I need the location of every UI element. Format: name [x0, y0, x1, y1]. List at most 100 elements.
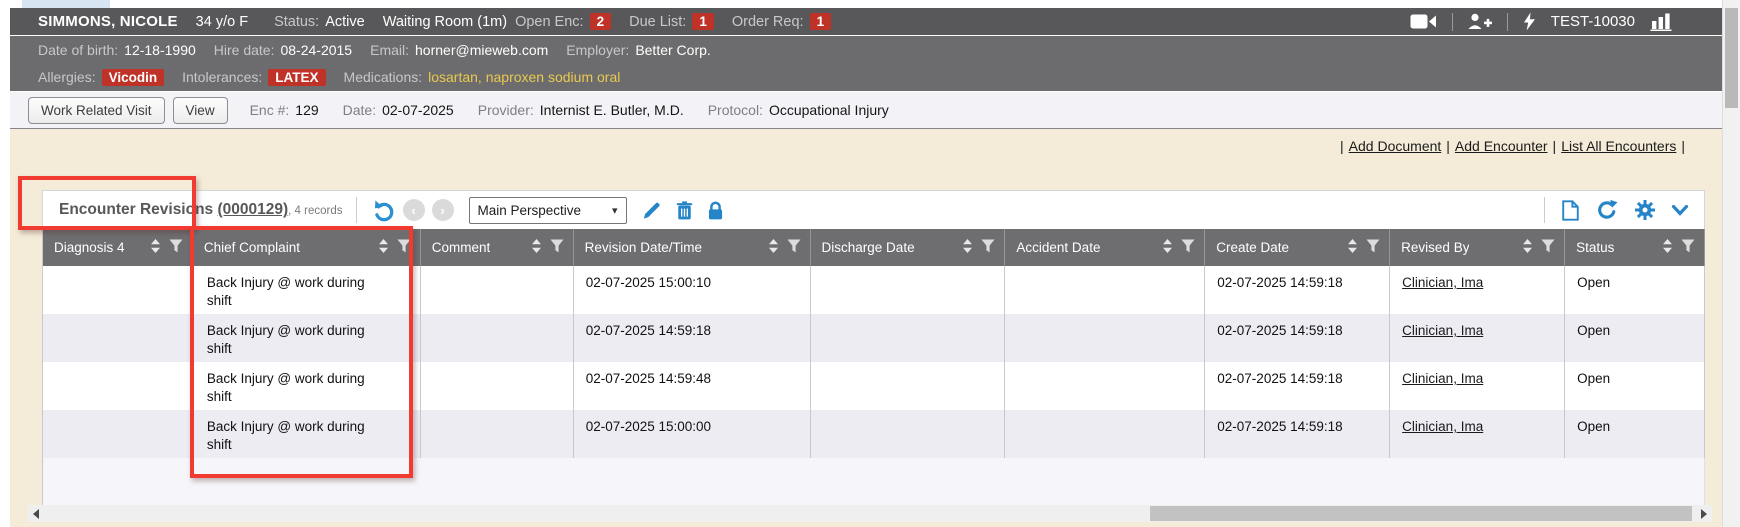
- prev-page-icon[interactable]: ‹: [403, 199, 425, 221]
- view-button[interactable]: View: [173, 97, 228, 124]
- due-list-count-badge[interactable]: 1: [692, 13, 714, 30]
- horizontal-scrollbar-thumb[interactable]: [1150, 506, 1692, 521]
- sort-icon[interactable]: [150, 238, 161, 257]
- gear-icon[interactable]: [1635, 200, 1655, 220]
- filter-funnel-icon[interactable]: [550, 239, 564, 256]
- grid-cell-diagnosis4: [43, 410, 193, 458]
- browser-tab-sliver: [22, 0, 110, 8]
- undo-icon[interactable]: [372, 199, 396, 222]
- sort-icon[interactable]: [768, 238, 779, 257]
- revised-by-link[interactable]: Clinician, Ima: [1402, 275, 1483, 290]
- toolbar-divider: [356, 197, 357, 223]
- sort-icon[interactable]: [1347, 238, 1358, 257]
- revised-by-link[interactable]: Clinician, Ima: [1402, 323, 1483, 338]
- filter-funnel-icon[interactable]: [1681, 239, 1695, 256]
- horizontal-scrollbar[interactable]: [28, 505, 1712, 522]
- column-header-revised-by[interactable]: Revised By: [1390, 229, 1565, 266]
- order-req-count-badge[interactable]: 1: [810, 13, 832, 30]
- grid-cell-discharge: [811, 362, 1006, 410]
- edit-pencil-icon[interactable]: [642, 201, 661, 220]
- vertical-scrollbar-thumb[interactable]: [1725, 8, 1738, 108]
- list-all-encounters-link[interactable]: List All Encounters: [1561, 138, 1676, 154]
- chevron-down-icon[interactable]: [1672, 205, 1688, 216]
- next-page-icon[interactable]: ›: [432, 199, 454, 221]
- bar-chart-icon[interactable]: [1650, 12, 1674, 31]
- sort-icon[interactable]: [1522, 238, 1533, 257]
- column-header-icons: [760, 238, 801, 257]
- column-header-icons: [1154, 238, 1195, 257]
- column-header-status[interactable]: Status: [1565, 229, 1705, 266]
- intolerance-badge[interactable]: LATEX: [268, 69, 325, 86]
- panel-title-text: Encounter Revisions: [59, 201, 213, 218]
- sort-icon[interactable]: [962, 238, 973, 257]
- table-row[interactable]: Back Injury @ work during shift02-07-202…: [43, 314, 1705, 362]
- provider-label: Provider:: [478, 102, 534, 118]
- column-header-accident[interactable]: Accident Date: [1005, 229, 1205, 266]
- protocol-label: Protocol:: [708, 102, 763, 118]
- trash-icon[interactable]: [676, 201, 693, 220]
- grid-cell-comment: [421, 314, 574, 362]
- sort-icon[interactable]: [378, 238, 389, 257]
- lightning-bolt-icon[interactable]: [1523, 12, 1536, 31]
- patient-banner-row-3: Allergies: Vicodin Intolerances: LATEX M…: [10, 63, 1722, 91]
- panel-encounter-number-link[interactable]: (0000129): [218, 201, 289, 218]
- refresh-icon[interactable]: [1596, 199, 1618, 221]
- scroll-left-arrow-icon[interactable]: [33, 509, 39, 519]
- link-separator: |: [1340, 138, 1344, 154]
- column-header-create[interactable]: Create Date: [1205, 229, 1390, 266]
- add-encounter-link[interactable]: Add Encounter: [1455, 138, 1548, 154]
- grid-cell-accident: [1005, 266, 1205, 314]
- add-document-link[interactable]: Add Document: [1349, 138, 1442, 154]
- scroll-right-arrow-icon[interactable]: [1701, 509, 1707, 519]
- grid-cell-chief-complaint: Back Injury @ work during shift: [193, 410, 421, 458]
- table-row[interactable]: Back Injury @ work during shift 02-07-202…: [43, 410, 1705, 458]
- work-related-visit-button[interactable]: Work Related Visit: [28, 97, 165, 124]
- table-row[interactable]: Back Injury @ work during shift02-07-202…: [43, 362, 1705, 410]
- sort-icon[interactable]: [1162, 238, 1173, 257]
- email-label: Email:: [370, 42, 409, 58]
- column-header-label: Revised By: [1401, 240, 1469, 255]
- grid-cell-revision: 02-07-2025 14:59:48: [574, 362, 811, 410]
- perspective-select[interactable]: Main Perspective ▾: [469, 197, 627, 224]
- column-header-icons: [142, 238, 183, 257]
- new-document-icon[interactable]: [1562, 200, 1579, 221]
- grid-cell-create: 02-07-2025 14:59:18: [1205, 410, 1390, 458]
- filter-funnel-icon[interactable]: [981, 239, 995, 256]
- table-row[interactable]: Back Injury @ work during shift02-07-202…: [43, 266, 1705, 314]
- sort-icon[interactable]: [531, 238, 542, 257]
- filter-funnel-icon[interactable]: [169, 239, 183, 256]
- filter-funnel-icon[interactable]: [1541, 239, 1555, 256]
- filter-funnel-icon[interactable]: [1366, 239, 1380, 256]
- vertical-scrollbar[interactable]: [1722, 0, 1740, 527]
- column-header-discharge[interactable]: Discharge Date: [811, 229, 1006, 266]
- column-header-chief-complaint[interactable]: Chief Complaint: [193, 229, 421, 266]
- column-header-diagnosis4[interactable]: Diagnosis 4: [43, 229, 193, 266]
- column-header-comment[interactable]: Comment: [421, 229, 574, 266]
- open-enc-count-badge[interactable]: 2: [590, 13, 612, 30]
- sort-icon[interactable]: [1662, 238, 1673, 257]
- enc-date-value: 02-07-2025: [382, 102, 454, 118]
- column-header-revision[interactable]: Revision Date/Time: [574, 229, 811, 266]
- grid-cell-discharge: [811, 266, 1006, 314]
- medications-label: Medications:: [344, 69, 423, 85]
- revised-by-link[interactable]: Clinician, Ima: [1402, 371, 1483, 386]
- records-count: , 4 records: [288, 205, 342, 217]
- encounter-bar: Work Related VisitView Enc #:129 Date:02…: [10, 92, 1722, 129]
- allergy-badge[interactable]: Vicodin: [102, 69, 165, 86]
- video-camera-icon[interactable]: [1410, 13, 1437, 30]
- column-header-label: Chief Complaint: [204, 240, 300, 255]
- perspective-select-value: Main Perspective: [478, 203, 582, 218]
- grid-cell-create: 02-07-2025 14:59:18: [1205, 362, 1390, 410]
- lock-icon[interactable]: [708, 201, 723, 220]
- patient-age-sex: 34 y/o F: [196, 14, 248, 30]
- person-add-icon[interactable]: [1468, 13, 1492, 30]
- toolbar-divider: [1544, 197, 1545, 223]
- patient-name: SIMMONS, NICOLE: [38, 13, 178, 30]
- filter-funnel-icon[interactable]: [397, 239, 411, 256]
- filter-funnel-icon[interactable]: [787, 239, 801, 256]
- filter-funnel-icon[interactable]: [1181, 239, 1195, 256]
- email-value: horner@mieweb.com: [415, 42, 548, 58]
- column-header-icons: [370, 238, 411, 257]
- revised-by-link[interactable]: Clinician, Ima: [1402, 419, 1483, 434]
- intolerances-label: Intolerances:: [182, 69, 262, 85]
